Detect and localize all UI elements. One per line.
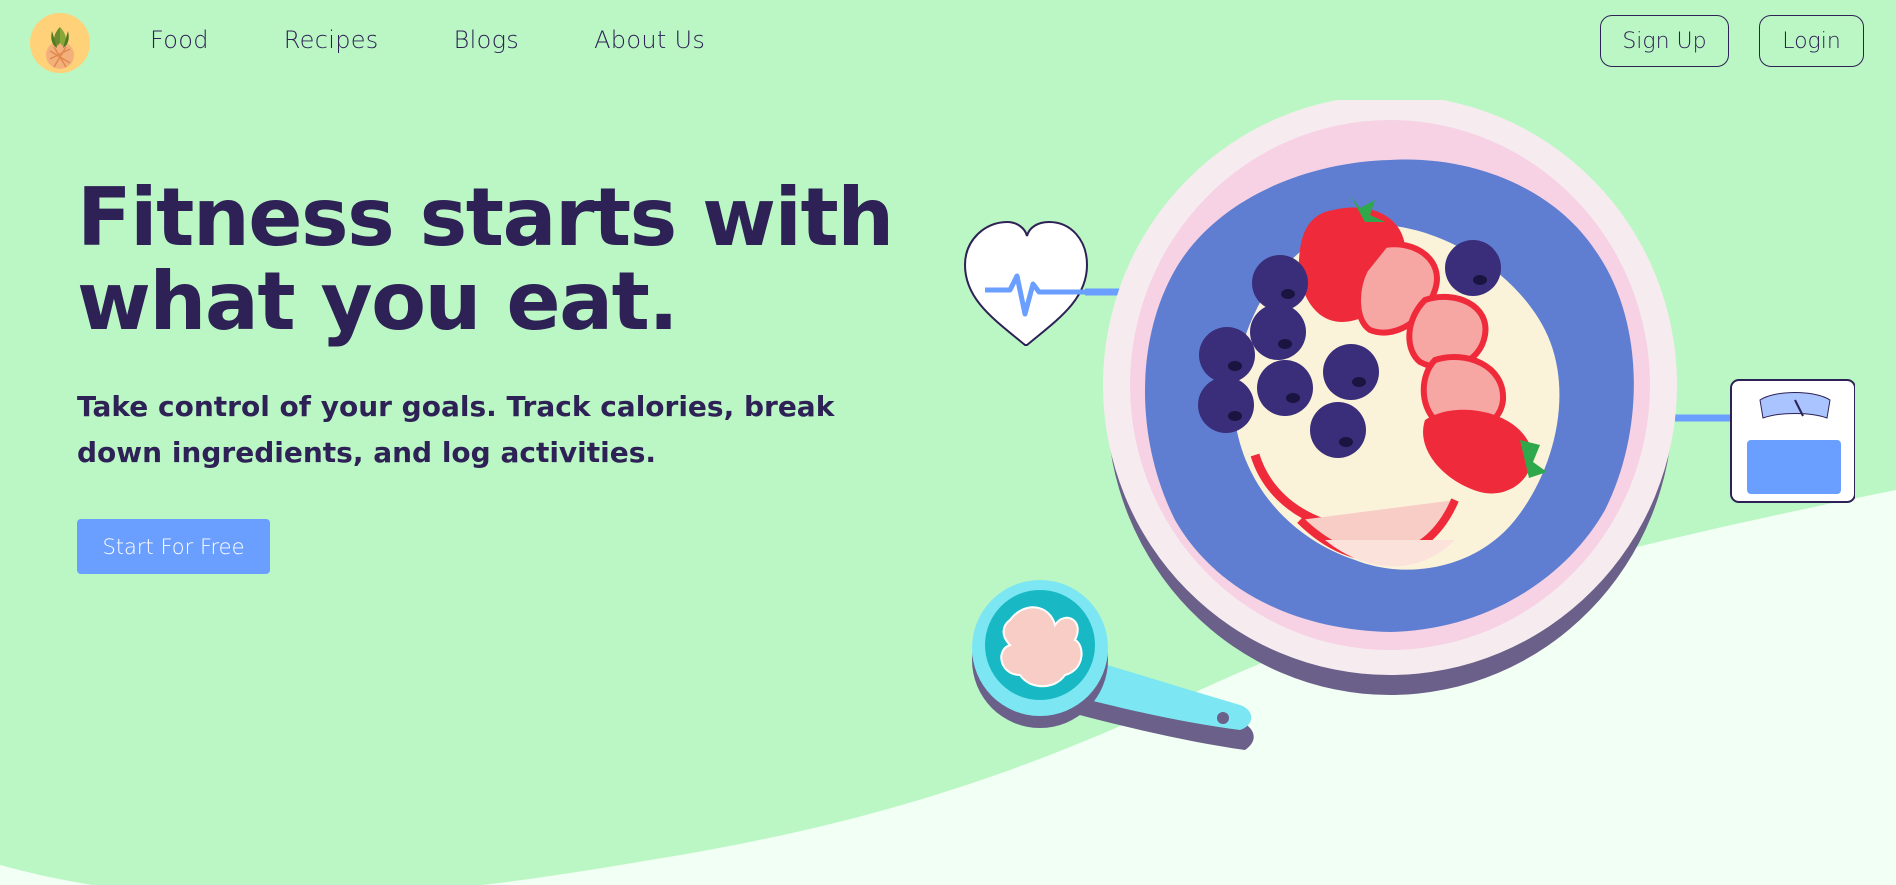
start-for-free-button[interactable]: Start For Free	[77, 519, 270, 574]
top-navbar: Food Recipes Blogs About Us Sign Up Logi…	[0, 0, 1896, 86]
bowl-icon	[1103, 100, 1677, 695]
nav-item-about-us[interactable]: About Us	[594, 26, 705, 54]
nav-item-blogs[interactable]: Blogs	[454, 26, 519, 54]
login-button[interactable]: Login	[1759, 15, 1864, 67]
hero-subtitle: Take control of your goals. Track calori…	[77, 384, 877, 476]
heart-rate-icon	[963, 220, 1089, 346]
hero-section: Fitness starts with what you eat. Take c…	[77, 176, 937, 476]
hero-title: Fitness starts with what you eat.	[77, 176, 937, 344]
hero-subtitle-line-1: Take control of your goals. Track calori…	[77, 390, 835, 423]
nav-item-recipes[interactable]: Recipes	[284, 26, 379, 54]
nav-item-food[interactable]: Food	[150, 26, 209, 54]
scale-icon	[1730, 379, 1855, 503]
hero-title-line-2: what you eat.	[77, 255, 679, 348]
hero-subtitle-line-2: down ingredients, and log activities.	[77, 436, 657, 469]
pineapple-icon[interactable]	[30, 13, 90, 73]
sign-up-button[interactable]: Sign Up	[1600, 15, 1729, 67]
hero-title-line-1: Fitness starts with	[77, 171, 894, 264]
hero-illustration	[963, 100, 1855, 750]
main-nav: Food Recipes Blogs About Us	[150, 26, 705, 54]
